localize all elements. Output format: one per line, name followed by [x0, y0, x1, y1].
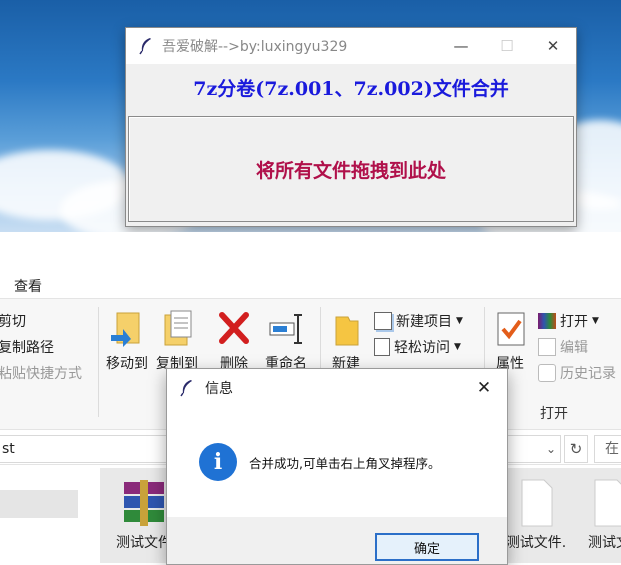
chevron-down-icon: ▼: [456, 316, 463, 326]
easy-access-button[interactable]: 轻松访问 ▼: [374, 337, 461, 357]
tab-view[interactable]: 查看: [14, 276, 42, 296]
file-item[interactable]: 测试文件: [114, 478, 174, 552]
search-input[interactable]: 在: [594, 435, 621, 463]
cut-button[interactable]: 剪切: [0, 311, 26, 331]
paste-shortcut-label: 粘贴快捷方式: [0, 366, 82, 382]
new-item-icon: [374, 312, 392, 330]
move-to-label: 移动到: [106, 356, 148, 372]
ok-button[interactable]: 确定: [375, 533, 479, 561]
tool-header-label: 7z分卷(7z.001、7z.002)文件合并: [193, 78, 509, 100]
move-to-icon: [109, 309, 145, 349]
open-label: 打开: [560, 314, 588, 330]
properties-button[interactable]: 属性: [490, 309, 530, 373]
chevron-down-icon: ▼: [454, 342, 461, 352]
group-open-label: 打开: [540, 406, 568, 422]
edit-label: 编辑: [560, 340, 588, 356]
history-button[interactable]: 历史记录: [538, 363, 616, 383]
new-item-button[interactable]: 新建项目 ▼: [374, 311, 463, 331]
history-icon: [538, 364, 556, 382]
drop-zone-label: 将所有文件拖拽到此处: [255, 159, 446, 182]
dialog-footer: 确定: [167, 517, 507, 564]
file-item[interactable]: 测试文件.: [505, 478, 567, 552]
new-folder-button[interactable]: 新建: [326, 309, 366, 373]
dialog-message: 合并成功,可单击右上角叉掉程序。: [249, 455, 441, 471]
refresh-icon[interactable]: ↻: [564, 435, 588, 463]
copy-path-button[interactable]: 复制路径: [0, 337, 54, 357]
history-label: 历史记录: [560, 366, 616, 382]
properties-icon: [492, 309, 528, 349]
maximize-button[interactable]: ☐: [484, 28, 530, 64]
merge-tool-window: 吾爱破解-->by:luxingyu329 — ☐ ✕ 7z分卷(7z.001、…: [125, 27, 577, 227]
copy-to-button[interactable]: 复制到: [154, 309, 200, 373]
close-button[interactable]: ✕: [530, 28, 576, 64]
winrar-icon: [538, 313, 556, 329]
file-name: 测试文: [588, 535, 621, 551]
file-icon: [521, 479, 553, 527]
delete-icon: [216, 309, 252, 349]
easy-access-icon: [374, 338, 390, 356]
rename-icon: [268, 309, 304, 349]
chevron-down-icon: ▼: [592, 316, 599, 326]
new-folder-icon: [328, 309, 364, 349]
dialog-title: 信息: [205, 381, 233, 397]
feather-icon: [180, 380, 192, 397]
edit-button[interactable]: 编辑: [538, 337, 588, 357]
tool-window-title: 吾爱破解-->by:luxingyu329: [162, 39, 348, 55]
file-item[interactable]: 测试文: [584, 478, 621, 552]
address-path: st: [2, 441, 15, 457]
delete-button[interactable]: 删除: [212, 309, 256, 373]
rename-button[interactable]: 重命名: [260, 309, 312, 373]
edit-icon: [538, 338, 556, 356]
easy-access-label: 轻松访问: [394, 340, 450, 356]
cut-label: 剪切: [0, 314, 26, 330]
navigation-pane: [0, 468, 96, 563]
chevron-down-icon[interactable]: ⌄: [546, 436, 556, 462]
info-dialog: 信息 ✕ i 合并成功,可单击右上角叉掉程序。 确定: [166, 368, 508, 565]
file-drop-zone[interactable]: 将所有文件拖拽到此处: [128, 116, 574, 222]
file-name: 测试文件: [116, 535, 172, 551]
info-icon: i: [199, 443, 237, 481]
minimize-button[interactable]: —: [438, 28, 484, 64]
dialog-body: i 合并成功,可单击右上角叉掉程序。: [167, 407, 507, 517]
paste-shortcut-button[interactable]: 粘贴快捷方式: [0, 363, 82, 383]
new-item-label: 新建项目: [396, 314, 452, 330]
file-name: 测试文件.: [505, 535, 567, 551]
nav-selected-item[interactable]: [0, 490, 78, 518]
file-icon: [594, 479, 621, 527]
dialog-close-button[interactable]: ✕: [471, 375, 497, 401]
archive-icon: [124, 480, 164, 526]
tool-titlebar[interactable]: 吾爱破解-->by:luxingyu329 — ☐ ✕: [126, 28, 576, 64]
copy-to-icon: [159, 309, 195, 349]
copy-path-label: 复制路径: [0, 340, 54, 356]
feather-icon: [139, 38, 151, 55]
dialog-titlebar[interactable]: 信息 ✕: [167, 369, 507, 407]
move-to-button[interactable]: 移动到: [104, 309, 150, 373]
open-button[interactable]: 打开 ▼: [538, 311, 599, 331]
